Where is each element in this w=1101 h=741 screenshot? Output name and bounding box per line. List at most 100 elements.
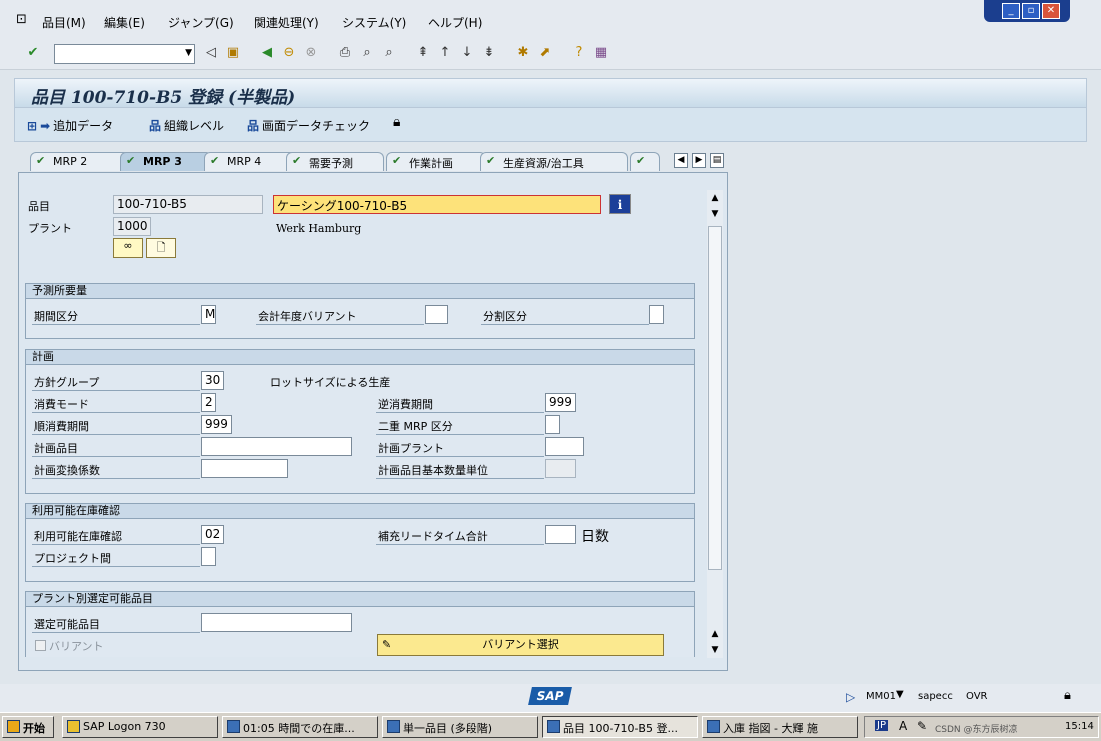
history-back-icon[interactable]: ◁ <box>202 44 220 62</box>
menu-material[interactable]: 品目(M) <box>42 14 86 31</box>
tab-work-scheduling[interactable]: ✔ 作業計画 <box>386 152 486 171</box>
task-sap-logon[interactable]: SAP Logon 730 <box>62 716 218 738</box>
underline <box>32 478 200 479</box>
menu-goto[interactable]: ジャンプ(G) <box>168 14 234 31</box>
scroll-down-icon[interactable]: ▼ <box>707 642 723 658</box>
play-icon[interactable]: ▷ <box>846 690 855 704</box>
menu-help[interactable]: ヘルプ(H) <box>428 14 482 31</box>
backward-period-field[interactable]: 999 <box>545 393 576 412</box>
underline <box>32 544 200 545</box>
additional-data-button[interactable]: ⊞ ➡ 追加データ <box>27 117 113 134</box>
arrow-right-icon: ➡ <box>40 119 51 133</box>
create-session-icon[interactable]: ✱ <box>514 44 532 62</box>
tray-icon[interactable]: ✎ <box>917 719 927 733</box>
first-page-icon[interactable]: ⇞ <box>414 44 432 62</box>
configurable-material-field[interactable] <box>201 613 352 632</box>
underline <box>256 324 424 325</box>
scroll-thumb[interactable] <box>708 226 722 570</box>
system-tray: JP A ✎ CSDN @东方辰树凉 15:14 <box>864 716 1099 738</box>
variant-checkbox[interactable] <box>35 640 46 651</box>
tab-scroll-right-icon[interactable]: ▶ <box>692 153 706 168</box>
start-button[interactable]: 开始 <box>2 716 54 738</box>
chevron-down-icon[interactable]: ▼ <box>896 689 904 700</box>
enter-icon[interactable]: ✔ <box>24 44 42 62</box>
back-icon[interactable]: ◀ <box>258 44 276 62</box>
cross-project-label: プロジェクト間 <box>34 552 111 565</box>
tab-scroll-left-icon[interactable]: ◀ <box>674 153 688 168</box>
layout-menu-icon[interactable]: ▦ <box>592 44 610 62</box>
restore-icon[interactable]: ▫ <box>1022 3 1040 19</box>
next-page-icon[interactable]: ↓ <box>458 44 476 62</box>
find-next-icon[interactable]: ⌕ <box>380 44 398 62</box>
tab-mrp3[interactable]: ✔ MRP 3 <box>120 152 212 171</box>
minimize-icon[interactable]: _ <box>1002 3 1020 19</box>
consumption-mode-field[interactable]: 2 <box>201 393 216 412</box>
last-page-icon[interactable]: ⇟ <box>480 44 498 62</box>
print-icon[interactable]: ⎙ <box>336 44 354 62</box>
window-menu-icon[interactable]: ⊡ <box>16 12 27 27</box>
vertical-scrollbar[interactable]: ▲ ▼ ▲ ▼ <box>707 190 723 658</box>
tab-mrp4[interactable]: ✔ MRP 4 <box>204 152 296 171</box>
replenishment-lead-time-field[interactable] <box>545 525 576 544</box>
task-stock-time[interactable]: 01:05 時間での在庫... <box>222 716 378 738</box>
sap-logo: SAP <box>528 687 572 705</box>
menu-edit[interactable]: 編集(E) <box>104 14 145 31</box>
save-icon[interactable]: ▣ <box>224 44 242 62</box>
tab-prt[interactable]: ✔ 生産資源/治工具 <box>480 152 628 171</box>
tab-check-icon: ✔ <box>486 154 496 167</box>
forward-period-field[interactable]: 999 <box>201 415 232 434</box>
cancel-icon[interactable]: ⊗ <box>302 44 320 62</box>
task-single-material[interactable]: 単一品目 (多段階) <box>382 716 538 738</box>
info-icon[interactable]: i <box>609 194 631 214</box>
menu-system[interactable]: システム(Y) <box>342 14 406 31</box>
variant-select-button[interactable]: ✎ バリアント選択 <box>377 634 664 656</box>
material-field[interactable]: 100-710-B5 <box>113 195 263 214</box>
planning-material-field[interactable] <box>201 437 352 456</box>
plant-field[interactable]: 1000 <box>113 217 151 236</box>
group-title: 利用可能在庫確認 <box>26 504 694 519</box>
clock: 15:14 <box>1065 721 1094 732</box>
split-indicator-field[interactable] <box>649 305 664 324</box>
server-name: sapecc <box>918 691 953 702</box>
strategy-group-field[interactable]: 30 <box>201 371 224 390</box>
menu-extras[interactable]: 関連処理(Y) <box>254 14 319 31</box>
standard-toolbar: ✔ ▼ ◁ ▣ ◀ ⊖ ⊗ ⎙ ⌕ ⌕ ⇞ ↑ ↓ ⇟ ✱ ⬈ ? ▦ <box>0 36 1101 70</box>
help-icon[interactable]: ? <box>570 44 588 62</box>
find-icon[interactable]: ⌕ <box>358 44 376 62</box>
underline <box>32 456 200 457</box>
ime-icon[interactable]: A <box>899 719 907 733</box>
org-levels-button[interactable]: 品組織レベル <box>149 117 224 134</box>
task-goods-receipt[interactable]: 入庫 指図 - 大輝 施 <box>702 716 858 738</box>
command-field[interactable]: ▼ <box>54 44 195 64</box>
conversion-factor-field[interactable] <box>201 459 288 478</box>
check-screen-data-button[interactable]: 品画面データチェック <box>247 117 370 134</box>
previous-page-icon[interactable]: ↑ <box>436 44 454 62</box>
period-indicator-field[interactable]: M <box>201 305 216 324</box>
tab-more[interactable]: ✔ <box>630 152 660 171</box>
lock-icon[interactable]: 🔒︎ <box>393 114 400 130</box>
availability-check-field[interactable]: 02 <box>201 525 224 544</box>
document-icon[interactable]: 🗋︎ <box>146 238 176 258</box>
scroll-up-icon[interactable]: ▲ <box>707 190 723 206</box>
planning-plant-field[interactable] <box>545 437 584 456</box>
lock-icon[interactable]: 🔒︎ <box>1064 688 1071 703</box>
material-label: 品目 <box>28 200 50 213</box>
glasses-icon[interactable]: ∞ <box>113 238 143 258</box>
chevron-down-icon[interactable]: ▼ <box>185 48 192 58</box>
fiscal-variant-field[interactable] <box>425 305 448 324</box>
scroll-down-icon[interactable]: ▼ <box>707 206 723 222</box>
close-icon[interactable]: ✕ <box>1042 3 1060 19</box>
material-description-field[interactable]: ケーシング100-710-B5 <box>273 195 601 214</box>
tab-mrp2[interactable]: ✔ MRP 2 <box>30 152 130 171</box>
mixed-mrp-field[interactable] <box>545 415 560 434</box>
tab-strip: ✔ MRP 2 ✔ MRP 3 ✔ MRP 4 ✔ 需要予測 ✔ 作業計画 ✔ 生産資源/治… <box>14 152 728 172</box>
tab-list-icon[interactable]: ▤ <box>710 153 724 168</box>
scroll-up-icon[interactable]: ▲ <box>707 626 723 642</box>
task-material-create[interactable]: 品目 100-710-B5 登... <box>542 716 698 738</box>
language-indicator[interactable]: JP <box>875 720 888 731</box>
exit-icon[interactable]: ⊖ <box>280 44 298 62</box>
shortcut-icon[interactable]: ⬈ <box>536 44 554 62</box>
tab-forecasting[interactable]: ✔ 需要予測 <box>286 152 384 171</box>
cross-project-field[interactable] <box>201 547 216 566</box>
edit-icon: ✎ <box>382 638 392 651</box>
